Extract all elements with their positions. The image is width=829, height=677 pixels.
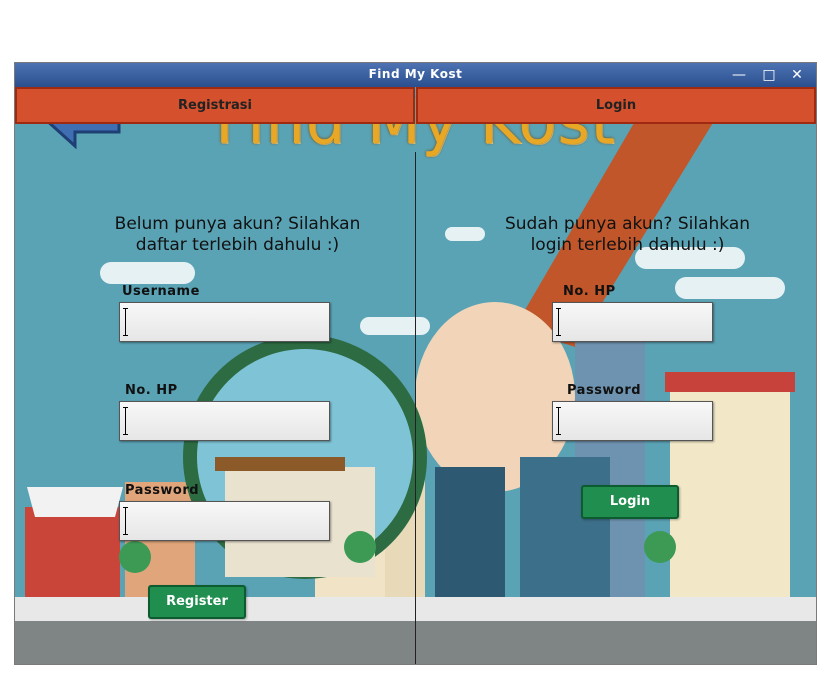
login-button[interactable]: Login [581, 485, 679, 519]
text-cursor-icon [556, 308, 561, 336]
register-prompt: Belum punya akun? Silahkan daftar terleb… [85, 214, 390, 256]
register-prompt-line1: Belum punya akun? Silahkan [114, 214, 361, 234]
text-cursor-icon [123, 308, 128, 336]
register-password-field[interactable] [119, 501, 330, 541]
panel-divider [415, 152, 416, 664]
maximize-icon[interactable]: □ [758, 65, 780, 85]
login-prompt-line2: login terlebih dahulu :) [530, 235, 725, 255]
app-window: Find My Kost — □ ✕ Registrasi Login Belu… [14, 62, 817, 665]
text-cursor-icon [123, 407, 128, 435]
login-phone-field[interactable] [552, 302, 713, 342]
close-icon[interactable]: ✕ [786, 65, 808, 85]
register-phone-field[interactable] [119, 401, 330, 441]
text-cursor-icon [123, 507, 128, 535]
tab-registrasi[interactable]: Registrasi [15, 87, 415, 124]
username-field[interactable] [119, 302, 330, 342]
login-phone-label: No. HP [563, 284, 616, 299]
register-button[interactable]: Register [148, 585, 246, 619]
background-scene: Find My Kost Registrasi Login Belum puny… [15, 85, 816, 664]
login-password-field[interactable] [552, 401, 713, 441]
username-label: Username [122, 284, 200, 299]
title-bar[interactable]: Find My Kost — □ ✕ [15, 63, 816, 87]
login-prompt: Sudah punya akun? Silahkan login terlebi… [485, 214, 770, 256]
minimize-icon[interactable]: — [728, 65, 750, 85]
text-cursor-icon [556, 407, 561, 435]
register-password-label: Password [125, 483, 200, 498]
register-prompt-line2: daftar terlebih dahulu :) [135, 235, 340, 255]
login-prompt-line1: Sudah punya akun? Silahkan [504, 214, 751, 234]
login-password-label: Password [567, 383, 642, 398]
window-title: Find My Kost [368, 67, 463, 81]
register-phone-label: No. HP [125, 383, 178, 398]
tab-login[interactable]: Login [416, 87, 816, 124]
